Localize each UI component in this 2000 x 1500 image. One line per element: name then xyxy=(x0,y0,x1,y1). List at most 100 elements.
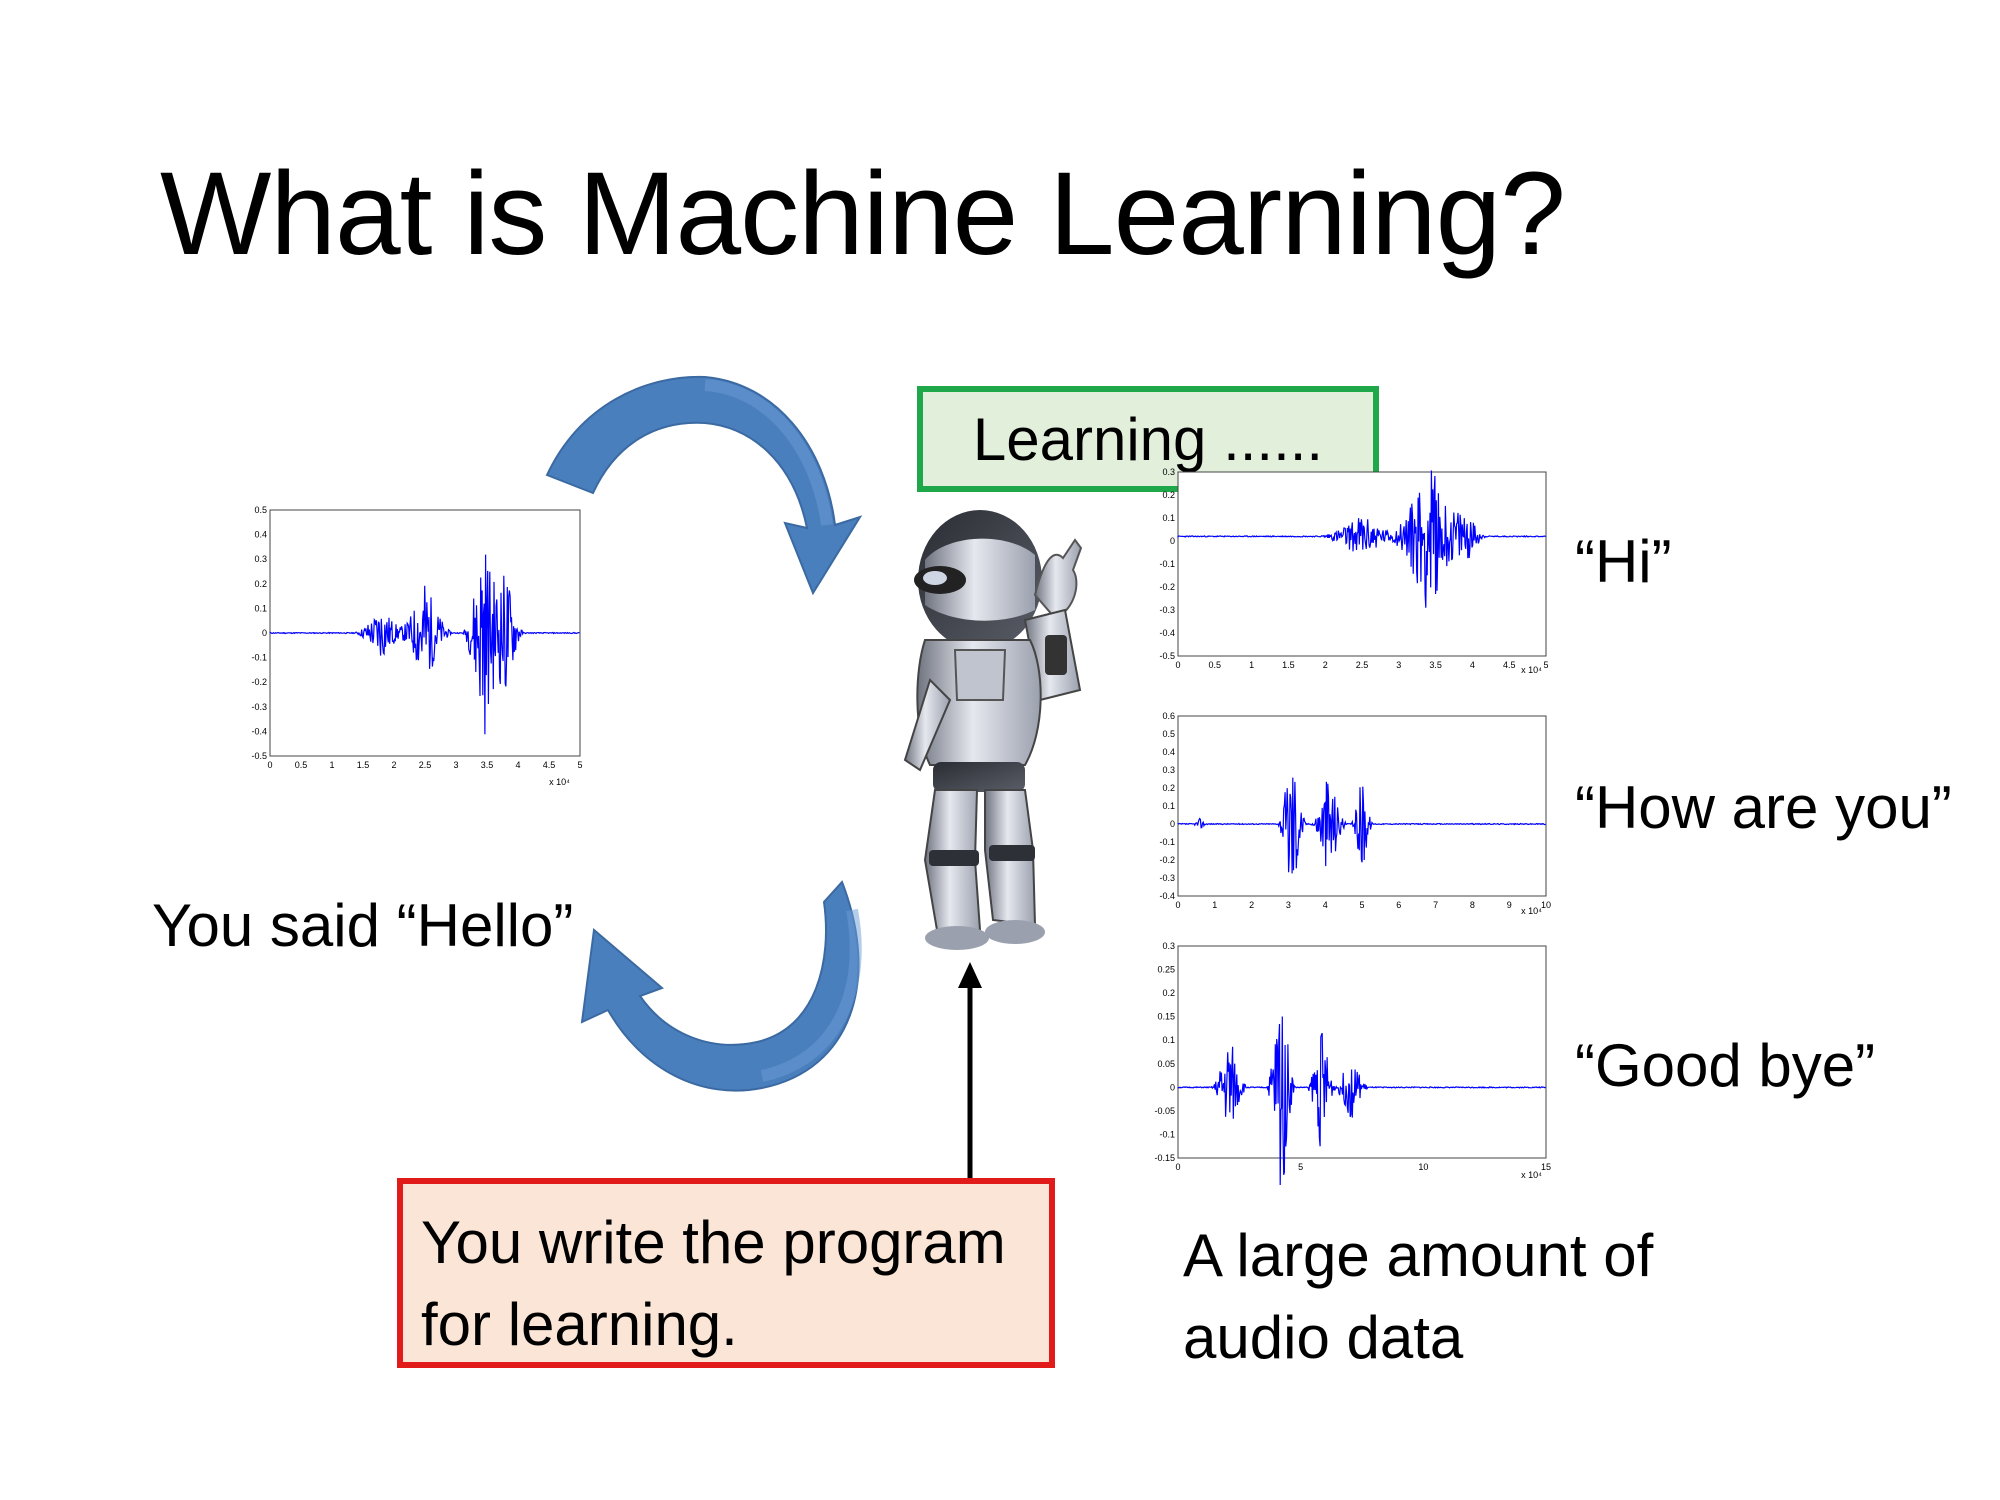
x-tick-label: 3.5 xyxy=(1429,660,1442,670)
hi-waveform-plot: 0.3 0.2 0.1 0 -0.1 -0.2 -0.3 -0.4 -0.5 0 0.5 1 1.5 2… xyxy=(1159,467,1548,675)
y-tick-label: -0.4 xyxy=(1159,891,1175,901)
x-tick-labels: 0 5 10 15 xyxy=(1175,1162,1551,1172)
x-tick-label: 3 xyxy=(1396,660,1401,670)
program-box-line-2: for learning. xyxy=(421,1291,738,1358)
y-tick-label: 0 xyxy=(262,628,267,638)
x-tick-labels: 0 0.5 1 1.5 2 2.5 3 3.5 4 4.5 5 xyxy=(1175,660,1548,670)
y-tick-label: 0.4 xyxy=(254,530,267,540)
slide-title: What is Machine Learning? xyxy=(160,148,1566,280)
x-tick-label: 4 xyxy=(1470,660,1475,670)
y-tick-label: 0.3 xyxy=(1162,941,1175,951)
y-tick-label: -0.3 xyxy=(1159,605,1175,615)
y-tick-label: 0.1 xyxy=(1162,801,1175,811)
sample-label-hi: “Hi” xyxy=(1575,528,1672,595)
x-tick-label: 0 xyxy=(1175,1162,1180,1172)
x-tick-label: 1.5 xyxy=(1282,660,1295,670)
y-tick-label: 0.25 xyxy=(1157,965,1175,975)
x-tick-label: 3 xyxy=(453,760,458,770)
x-tick-label: 3.5 xyxy=(481,760,494,770)
program-box-line-1: You write the program xyxy=(421,1209,1006,1276)
x-tick-label: 4.5 xyxy=(1503,660,1516,670)
y-tick-label: -0.5 xyxy=(1159,651,1175,661)
audio-data-note-line-1: A large amount of xyxy=(1183,1222,1654,1289)
x-tick-label: 1 xyxy=(1249,660,1254,670)
x-tick-label: 5 xyxy=(1359,900,1364,910)
y-tick-label: -0.3 xyxy=(251,702,267,712)
x-tick-label: 2 xyxy=(391,760,396,770)
audio-data-note-line-2: audio data xyxy=(1183,1304,1464,1371)
x-tick-label: 0 xyxy=(1175,660,1180,670)
x-tick-label: 1.5 xyxy=(357,760,370,770)
y-tick-label: 0.2 xyxy=(1162,490,1175,500)
program-box: You write the program for learning. xyxy=(397,1178,1055,1368)
x-tick-labels: 0 1 2 3 4 5 6 7 8 9 10 xyxy=(1175,900,1551,910)
y-tick-label: 0.5 xyxy=(254,505,267,515)
y-tick-label: -0.4 xyxy=(251,726,267,736)
x-multiplier: x 10⁴ xyxy=(1521,906,1542,916)
curved-arrow-top xyxy=(545,375,863,596)
x-tick-label: 4 xyxy=(1323,900,1328,910)
y-tick-label: -0.5 xyxy=(251,751,267,761)
x-tick-label: 2.5 xyxy=(1356,660,1369,670)
x-tick-label: 0.5 xyxy=(1209,660,1222,670)
x-tick-label: 6 xyxy=(1396,900,1401,910)
y-tick-label: 0 xyxy=(1170,819,1175,829)
y-tick-label: -0.4 xyxy=(1159,628,1175,638)
good-bye-waveform-plot: 0.3 0.25 0.2 0.15 0.1 0.05 0 -0.05 -0.1 -0.15 0 5 1… xyxy=(1154,941,1551,1185)
x-tick-label: 5 xyxy=(1543,660,1548,670)
y-tick-labels: 0.6 0.5 0.4 0.3 0.2 0.1 0 -0.1 -0.2 -0.3 -0.4 xyxy=(1159,711,1175,901)
y-tick-label: -0.1 xyxy=(251,653,267,663)
program-to-robot-arrow xyxy=(958,962,982,1182)
y-tick-label: 0.2 xyxy=(254,579,267,589)
y-tick-label: 0.3 xyxy=(1162,467,1175,477)
x-multiplier: x 10⁴ xyxy=(1521,665,1542,675)
y-tick-label: 0.1 xyxy=(254,603,267,613)
x-tick-label: 0 xyxy=(267,760,272,770)
x-tick-label: 5 xyxy=(1298,1162,1303,1172)
x-tick-label: 4.5 xyxy=(543,760,556,770)
x-tick-label: 10 xyxy=(1541,900,1551,910)
y-tick-label: 0.1 xyxy=(1162,513,1175,523)
x-tick-label: 15 xyxy=(1541,1162,1551,1172)
x-tick-label: 10 xyxy=(1418,1162,1428,1172)
y-tick-label: 0.4 xyxy=(1162,747,1175,757)
y-tick-label: -0.1 xyxy=(1159,1129,1175,1139)
y-tick-labels: 0.5 0.4 0.3 0.2 0.1 0 -0.1 -0.2 -0.3 -0.4 -0.5 xyxy=(251,505,267,761)
x-tick-labels: 0 0.5 1 1.5 2 2.5 3 3.5 4 4.5 5 xyxy=(267,760,582,770)
x-tick-label: 7 xyxy=(1433,900,1438,910)
y-tick-label: 0.05 xyxy=(1157,1059,1175,1069)
x-tick-label: 0.5 xyxy=(295,760,308,770)
x-tick-label: 2 xyxy=(1249,900,1254,910)
x-tick-label: 1 xyxy=(329,760,334,770)
y-tick-label: 0 xyxy=(1170,1082,1175,1092)
x-tick-label: 2 xyxy=(1323,660,1328,670)
y-tick-label: -0.1 xyxy=(1159,837,1175,847)
x-tick-label: 5 xyxy=(577,760,582,770)
y-tick-label: 0.15 xyxy=(1157,1012,1175,1022)
y-tick-labels: 0.3 0.25 0.2 0.15 0.1 0.05 0 -0.05 -0.1 -0.15 xyxy=(1154,941,1175,1163)
curved-arrow-bottom xyxy=(580,880,862,1092)
y-tick-labels: 0.3 0.2 0.1 0 -0.1 -0.2 -0.3 -0.4 -0.5 xyxy=(1159,467,1175,661)
sample-label-how-are-you: “How are you” xyxy=(1575,774,1952,841)
y-tick-label: 0.3 xyxy=(254,554,267,564)
x-tick-label: 2.5 xyxy=(419,760,432,770)
y-tick-label: -0.2 xyxy=(1159,855,1175,865)
x-tick-label: 1 xyxy=(1212,900,1217,910)
y-tick-label: -0.3 xyxy=(1159,873,1175,883)
y-tick-label: 0.6 xyxy=(1162,711,1175,721)
y-tick-label: -0.15 xyxy=(1154,1153,1175,1163)
y-tick-label: -0.2 xyxy=(251,677,267,687)
x-tick-label: 0 xyxy=(1175,900,1180,910)
x-tick-label: 3 xyxy=(1286,900,1291,910)
y-tick-label: 0.2 xyxy=(1162,988,1175,998)
y-tick-label: 0.2 xyxy=(1162,783,1175,793)
x-tick-label: 8 xyxy=(1470,900,1475,910)
sample-label-good-bye: “Good bye” xyxy=(1575,1032,1876,1099)
x-tick-label: 9 xyxy=(1507,900,1512,910)
robot-image xyxy=(903,510,1083,950)
x-multiplier: x 10⁴ xyxy=(1521,1170,1542,1180)
arrow-bottom-shape xyxy=(580,880,860,1092)
y-tick-label: -0.1 xyxy=(1159,559,1175,569)
y-tick-label: 0 xyxy=(1170,536,1175,546)
x-tick-label: 4 xyxy=(515,760,520,770)
